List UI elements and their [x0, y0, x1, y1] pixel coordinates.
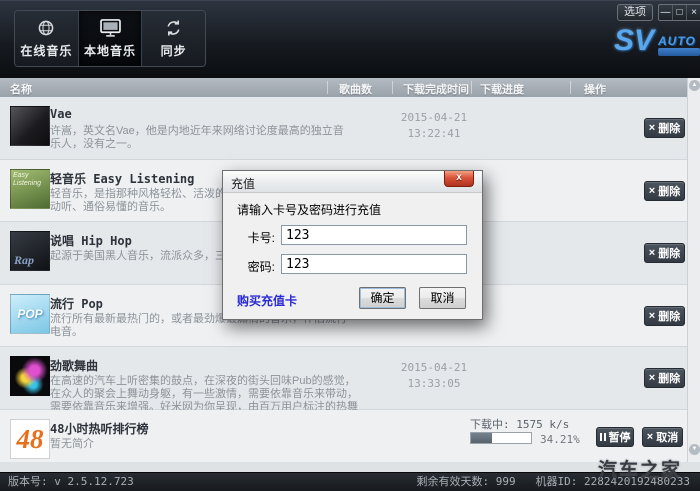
status-bar: 版本号: v 2.5.12.723 剩余有效天数: 999 机器ID: 2282… [0, 472, 700, 491]
finish-date: 2015-04-21 [400, 361, 468, 374]
row-description: 暂无简介 [50, 438, 94, 450]
cancel-download-button[interactable]: × 取消 [642, 427, 683, 447]
album-thumbnail: POP [10, 294, 50, 334]
scrollbar[interactable]: ▲ ▼ [687, 78, 700, 462]
album-thumbnail [10, 106, 50, 146]
pause-label: 暂停 [608, 432, 631, 444]
column-separator [471, 81, 472, 94]
delete-label: 删除 [658, 186, 681, 198]
x-icon: × [648, 185, 656, 197]
dialog-cancel-button[interactable]: 取消 [419, 287, 466, 309]
album-thumbnail: Rap [10, 231, 50, 271]
album-thumbnail [10, 356, 50, 396]
x-icon: × [648, 372, 656, 384]
main-tab-group: 在线音乐 本地音乐 同步 [14, 10, 206, 67]
app-logo: SV AUTO [612, 24, 700, 68]
cancel-label: 取消 [656, 432, 679, 444]
row-title: 48小时热听排行榜 [50, 422, 149, 436]
delete-button[interactable]: × 删除 [644, 243, 685, 263]
tab-label: 本地音乐 [84, 43, 137, 58]
column-separator [327, 81, 328, 94]
watermark: 汽车之家 [598, 460, 683, 481]
tab-local-music[interactable]: 本地音乐 [78, 11, 143, 66]
x-icon: × [648, 310, 656, 322]
sync-icon [164, 19, 184, 37]
column-header-action: 操作 [584, 84, 606, 96]
download-progress-bar [470, 432, 532, 444]
row-description: 许嵩，英文名Vae，他是内地近年来网络讨论度最高的独立音乐人，没有之一。 [50, 125, 344, 150]
delete-button[interactable]: × 删除 [644, 306, 685, 326]
row-title: 说唱 Hip Hop [50, 234, 132, 248]
row-title: 轻音乐 Easy Listening [50, 172, 195, 186]
dialog-prompt: 请输入卡号及密码进行充值 [237, 203, 382, 217]
table-row: 48 48小时热听排行榜 暂无简介 下载中: 1575 k/s 34.21% 暂… [0, 410, 688, 462]
delete-label: 删除 [658, 311, 681, 323]
finish-clock: 13:33:05 [407, 377, 461, 390]
finish-date: 2015-04-21 [400, 111, 468, 124]
logo-strip [658, 48, 700, 56]
logo-sv-text: SV [614, 24, 655, 57]
download-progress-fill [471, 433, 492, 443]
days-remaining: 剩余有效天数: 999 [416, 475, 516, 488]
window-controls: — □ × [658, 4, 700, 21]
tab-online-music[interactable]: 在线音乐 [15, 11, 79, 66]
tab-label: 同步 [160, 43, 187, 58]
close-icon[interactable]: × [687, 5, 700, 20]
column-header-finish-time: 下载完成时间 [403, 84, 469, 96]
row-title: Vae [50, 107, 72, 121]
download-status-text: 下载中: 1575 k/s [470, 418, 570, 431]
dialog-close-icon[interactable]: x [444, 171, 474, 187]
row-title: 劲歌舞曲 [50, 359, 99, 373]
x-icon: × [648, 247, 656, 259]
download-finish-time: 2015-04-21 13:22:41 [396, 110, 472, 142]
card-number-input[interactable] [281, 225, 467, 245]
password-input[interactable] [281, 254, 467, 274]
minimize-icon[interactable]: — [659, 5, 673, 20]
table-row: 劲歌舞曲 在高速的汽车上听密集的鼓点，在深夜的街头回味Pub的感觉，在众人的聚会… [0, 347, 688, 426]
dialog-title: 充值 [231, 177, 256, 191]
app-window: 在线音乐 本地音乐 同步 选项 — □ × SV AUTO 名称 歌曲数 下载完… [0, 0, 700, 491]
monitor-icon [100, 18, 121, 37]
delete-label: 删除 [658, 123, 681, 135]
table-row: Vae 许嵩，英文名Vae，他是内地近年来网络讨论度最高的独立音乐人，没有之一。… [0, 97, 688, 160]
recharge-dialog: 充值 x 请输入卡号及密码进行充值 卡号: 密码: 购买充值卡 确定 取消 [222, 170, 483, 320]
x-icon: × [648, 122, 656, 134]
top-bar: 在线音乐 本地音乐 同步 选项 — □ × SV AUTO [0, 0, 700, 78]
ok-button[interactable]: 确定 [359, 287, 406, 309]
delete-button[interactable]: × 删除 [644, 181, 685, 201]
scroll-up-icon[interactable]: ▲ [689, 80, 700, 91]
delete-label: 删除 [658, 248, 681, 260]
column-header-songcount: 歌曲数 [339, 84, 372, 96]
delete-button[interactable]: × 删除 [644, 118, 685, 138]
tab-sync[interactable]: 同步 [142, 11, 205, 66]
row-title: 流行 Pop [50, 297, 103, 311]
maximize-icon[interactable]: □ [673, 5, 687, 20]
tab-label: 在线音乐 [20, 43, 73, 58]
column-separator [570, 81, 571, 94]
globe-icon [36, 19, 56, 37]
delete-label: 删除 [658, 373, 681, 385]
pause-button[interactable]: 暂停 [596, 427, 634, 447]
table-header: 名称 歌曲数 下载完成时间 下载进度 操作 [0, 78, 688, 97]
album-thumbnail: Easy Listening [10, 169, 50, 209]
album-thumbnail: 48 [10, 419, 50, 459]
column-header-progress: 下载进度 [480, 84, 524, 96]
column-separator [392, 81, 393, 94]
x-icon: × [646, 431, 654, 443]
password-label: 密码: [247, 260, 275, 274]
download-finish-time: 2015-04-21 13:33:05 [396, 360, 472, 392]
card-number-label: 卡号: [247, 231, 275, 245]
scroll-down-icon[interactable]: ▼ [689, 444, 700, 455]
bottom-strip [0, 462, 700, 472]
pause-icon [599, 433, 606, 441]
options-button[interactable]: 选项 [617, 4, 653, 21]
download-percent-label: 34.21% [540, 433, 580, 446]
finish-clock: 13:22:41 [407, 127, 461, 140]
version-label: 版本号: v 2.5.12.723 [8, 475, 134, 488]
column-header-name: 名称 [10, 84, 32, 96]
dialog-titlebar[interactable]: 充值 x [223, 171, 482, 193]
delete-button[interactable]: × 删除 [644, 368, 685, 388]
buy-card-link[interactable]: 购买充值卡 [237, 292, 297, 309]
logo-auto-text: AUTO [658, 34, 696, 48]
